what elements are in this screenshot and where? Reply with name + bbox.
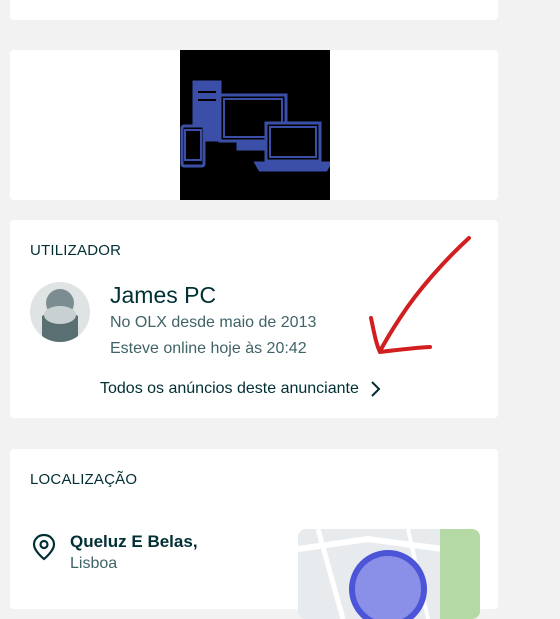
user-avatar-icon (30, 282, 90, 342)
user-name: James PC (110, 282, 217, 308)
all-ads-link[interactable]: Todos os anúncios deste anunciante (100, 380, 381, 398)
map-thumbnail[interactable] (298, 529, 480, 619)
ad-image-card (10, 50, 498, 200)
map-icon (298, 529, 480, 619)
member-since: No OLX desde maio de 2013 (110, 314, 317, 331)
ad-image[interactable] (180, 50, 330, 200)
all-ads-link-label: Todos os anúncios deste anunciante (100, 380, 359, 397)
user-card: UTILIZADOR James PC No OLX desde maio de… (10, 220, 498, 418)
chevron-right-icon (369, 380, 381, 398)
user-section-title: UTILIZADOR (30, 242, 122, 259)
last-online: Esteve online hoje às 20:42 (110, 340, 307, 357)
computer-devices-icon (180, 80, 330, 172)
location-card: LOCALIZAÇÃO Queluz E Belas, Lisboa (10, 449, 498, 619)
location-pin-icon (32, 533, 56, 566)
location-section-title: LOCALIZAÇÃO (30, 471, 138, 488)
location-city: Queluz E Belas, (70, 532, 198, 551)
location-region: Lisboa (70, 555, 118, 572)
previous-card (10, 0, 498, 20)
avatar (30, 282, 90, 342)
